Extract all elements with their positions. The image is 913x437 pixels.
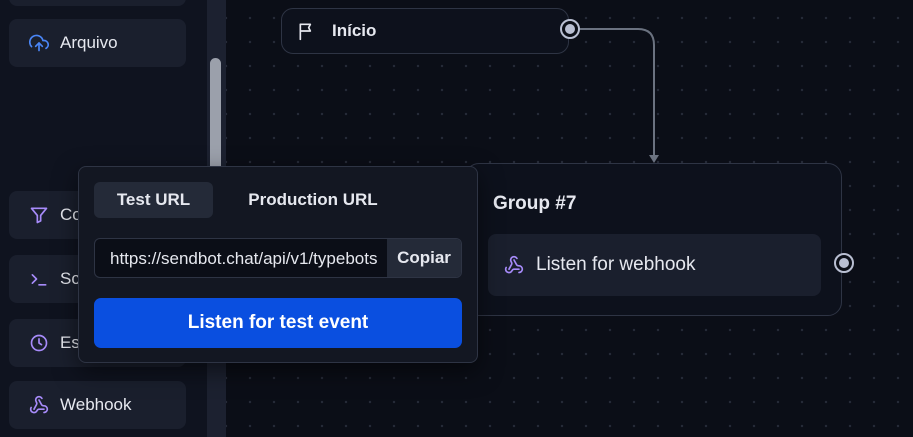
webhook-block-label: Listen for webhook [536,254,696,275]
webhook-block[interactable]: Listen for webhook [488,234,821,296]
edge-arrowhead [649,155,659,163]
edge-start-to-group [570,28,655,156]
group-output-port[interactable] [834,253,854,273]
flag-icon [297,21,317,41]
start-node-label: Início [332,21,377,40]
copy-button[interactable]: Copiar [387,239,461,277]
listen-test-event-button[interactable]: Listen for test event [94,298,462,348]
app-root: Arquivo Co Sc Es Webhook Início Group #7… [0,0,913,437]
start-node-output-port[interactable] [560,19,580,39]
webhook-icon [504,255,524,275]
webhook-url-text: https://sendbot.chat/api/v1/typebots [110,249,378,268]
tab-test-url[interactable]: Test URL [94,182,213,218]
tab-production-url[interactable]: Production URL [228,182,398,218]
group-title[interactable]: Group #7 [493,193,576,215]
start-node[interactable]: Início [281,8,569,54]
